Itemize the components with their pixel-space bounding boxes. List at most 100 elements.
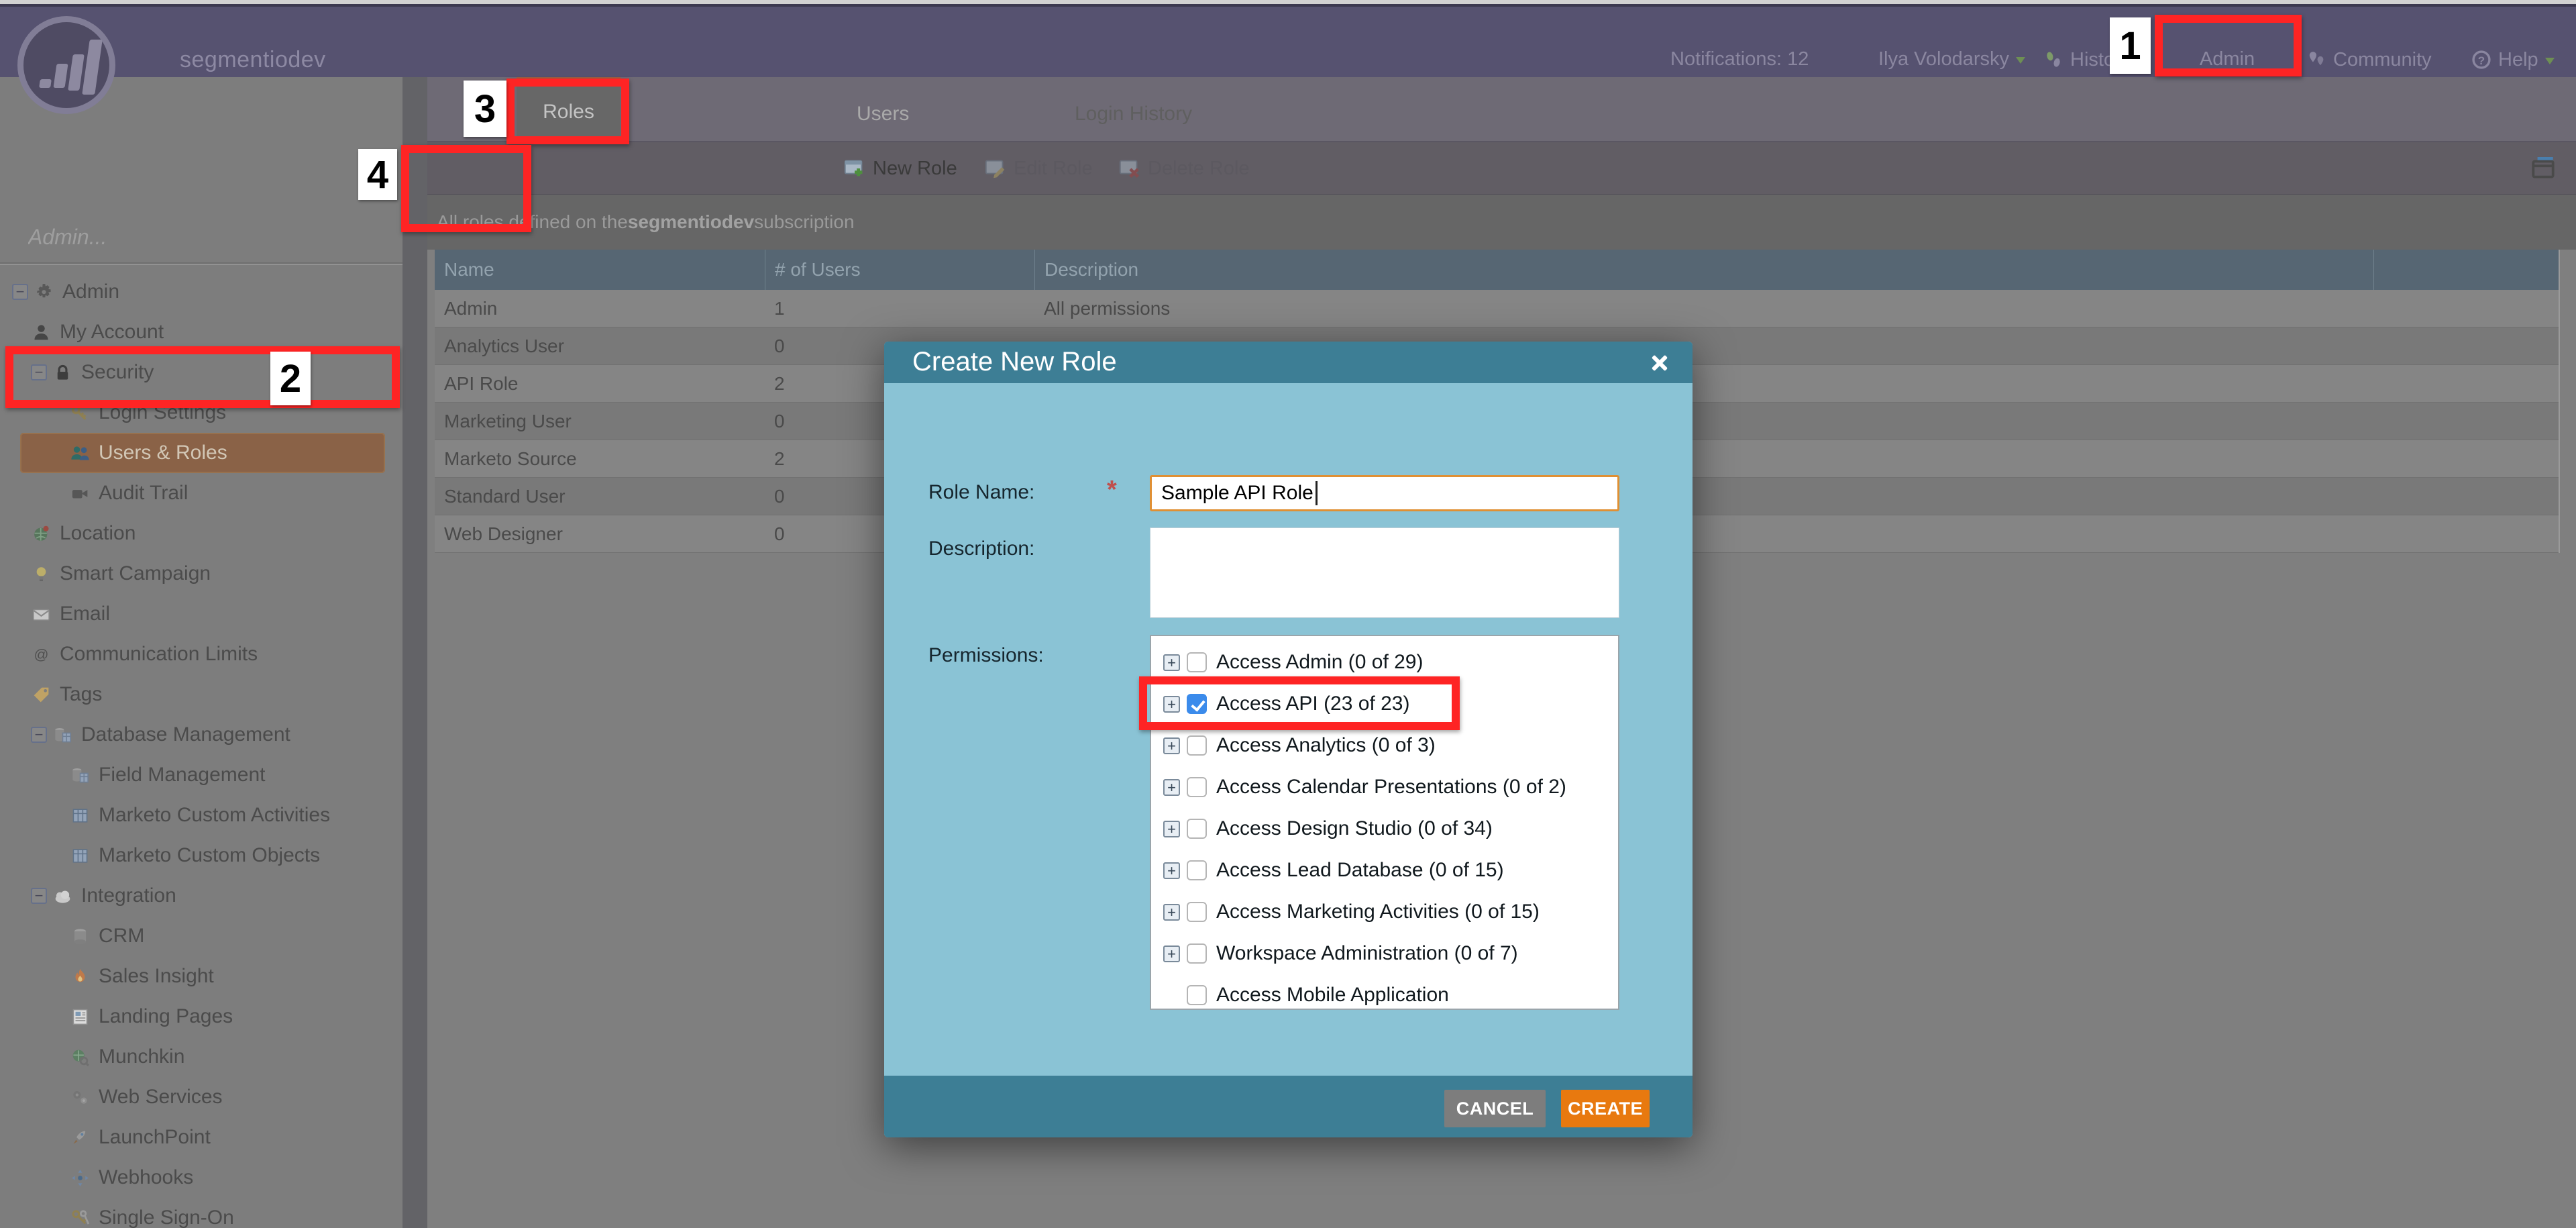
sidebar-item-audit-trail[interactable]: Audit Trail [0,473,402,513]
sidebar-item-label: Smart Campaign [60,562,211,585]
admin-tree: −AdminMy Account−SecurityLogin SettingsU… [0,272,402,1228]
tab-users[interactable]: Users [857,103,909,125]
grid-icon [70,846,91,866]
column-header-name[interactable]: Name [435,250,765,290]
collapse-icon[interactable]: − [31,727,47,743]
sidebar-item-label: Database Management [81,723,290,746]
permission-checkbox[interactable] [1187,860,1207,880]
cell-name: API Role [435,373,765,395]
table-row[interactable]: Admin1All permissions [435,290,2559,327]
expand-icon[interactable]: + [1163,779,1180,796]
logo-bar [82,40,103,95]
rocket-icon [70,1127,91,1148]
sidebar-item-database-management[interactable]: − Database Management [0,715,402,755]
marketo-logo[interactable] [17,16,115,114]
globe-icon [31,523,52,544]
permission-checkbox[interactable] [1187,819,1207,839]
callout-badge-3: 3 [464,81,506,137]
permission-row: Access Mobile Application [1151,974,1618,1010]
sidebar-item-crm[interactable]: CRM [0,916,402,956]
sidebar-item-email[interactable]: Email [0,594,402,634]
permission-checkbox[interactable] [1187,652,1207,672]
sidebar-item-field-management[interactable]: Field Management [0,755,402,795]
sidebar-item-marketo-custom-activities[interactable]: Marketo Custom Activities [0,795,402,835]
sidebar-item-communication-limits[interactable]: @Communication Limits [0,634,402,674]
sidebar-item-label: Location [60,522,136,545]
community-pins-icon [2305,48,2328,71]
sidebar-item-tags[interactable]: Tags [0,674,402,715]
permission-label: Access Marketing Activities (0 of 15) [1216,901,1540,923]
help-menu-item[interactable]: ? Help [2470,48,2555,71]
database-icon [70,926,91,947]
sidebar-item-location[interactable]: Location [0,513,402,554]
collapse-icon[interactable]: − [12,284,28,300]
landing-icon [70,1007,91,1027]
permission-checkbox[interactable] [1187,735,1207,756]
expand-icon[interactable]: + [1163,654,1180,671]
person-icon [31,322,52,343]
logo-bar [39,79,52,88]
permission-row: +Access Calendar Presentations (0 of 2) [1151,766,1618,808]
sidebar-item-label: Email [60,603,110,625]
sidebar-item-admin[interactable]: − Admin [0,272,402,312]
sidebar-splitter[interactable] [402,77,427,1228]
expand-icon[interactable]: + [1163,945,1180,962]
sidebar-item-label: Communication Limits [60,643,258,666]
sidebar-item-label: Admin [62,280,119,303]
collapse-icon[interactable]: − [31,888,47,904]
sidebar-item-landing-pages[interactable]: Landing Pages [0,996,402,1037]
role-name-field[interactable]: Sample API Role [1150,475,1619,511]
expand-icon[interactable]: + [1163,737,1180,754]
modal-title: Create New Role [912,347,1117,377]
panel-toggle-icon[interactable] [2529,154,2557,183]
role-name-value: Sample API Role [1161,482,1313,505]
cell-name: Marketo Source [435,448,765,470]
permission-checkbox[interactable] [1187,943,1207,964]
column-header-description[interactable]: Description [1034,250,2373,290]
gear-icon [34,282,54,303]
cancel-button[interactable]: CANCEL [1444,1090,1546,1127]
permission-label: Access Design Studio (0 of 34) [1216,817,1493,840]
sidebar-item-label: Audit Trail [99,482,188,505]
cloud-icon [52,886,73,907]
sidebar-item-smart-campaign[interactable]: Smart Campaign [0,554,402,594]
new-role-icon [842,156,867,181]
close-icon[interactable] [1648,352,1670,374]
sidebar-item-users-roles[interactable]: Users & Roles [20,433,385,473]
roles-toolbar: New Role Edit Role Delete Role [427,142,2576,195]
expand-icon[interactable]: + [1163,821,1180,837]
permission-checkbox[interactable] [1187,902,1207,922]
column-header-users[interactable]: # of Users [765,250,1034,290]
tab-login-history[interactable]: Login History [1075,103,1192,125]
sidebar-item-webhooks[interactable]: Webhooks [0,1158,402,1198]
description-field[interactable] [1150,527,1619,618]
edit-role-button[interactable]: Edit Role [983,152,1093,185]
expand-icon[interactable]: + [1163,904,1180,921]
callout-box-users-roles [5,346,400,408]
sidebar-item-sales-insight[interactable]: Sales Insight [0,956,402,996]
sidebar-item-label: My Account [60,321,164,344]
callout-box-access-api [1139,676,1460,730]
sidebar-item-label: LaunchPoint [99,1126,211,1149]
delete-role-button[interactable]: Delete Role [1117,152,1250,185]
expand-icon[interactable]: + [1163,862,1180,879]
community-menu-item[interactable]: Community [2305,48,2432,71]
cell-name: Analytics User [435,336,765,357]
create-button[interactable]: CREATE [1561,1090,1650,1127]
sidebar-item-single-sign-on[interactable]: Single Sign-On [0,1198,402,1228]
sidebar-item-web-services[interactable]: Web Services [0,1077,402,1117]
notifications-menu-item[interactable]: Notifications: 12 [1670,48,1809,70]
sidebar-item-munchkin[interactable]: Munchkin [0,1037,402,1077]
sidebar-item-marketo-custom-objects[interactable]: Marketo Custom Objects [0,835,402,876]
user-menu-item[interactable]: Ilya Volodarsky [1878,48,2025,70]
cell-name: Admin [435,298,765,319]
sidebar-item-integration[interactable]: −Integration [0,876,402,916]
keys-icon [70,1208,91,1228]
cell-name: Standard User [435,486,765,507]
sidebar-search-input[interactable] [27,218,376,256]
new-role-button[interactable]: New Role [842,152,957,185]
permission-checkbox[interactable] [1187,777,1207,797]
permission-checkbox[interactable] [1187,985,1207,1005]
sidebar-item-launchpoint[interactable]: LaunchPoint [0,1117,402,1158]
permission-row: + Access Marketing Activities (0 of 15) [1151,891,1618,933]
